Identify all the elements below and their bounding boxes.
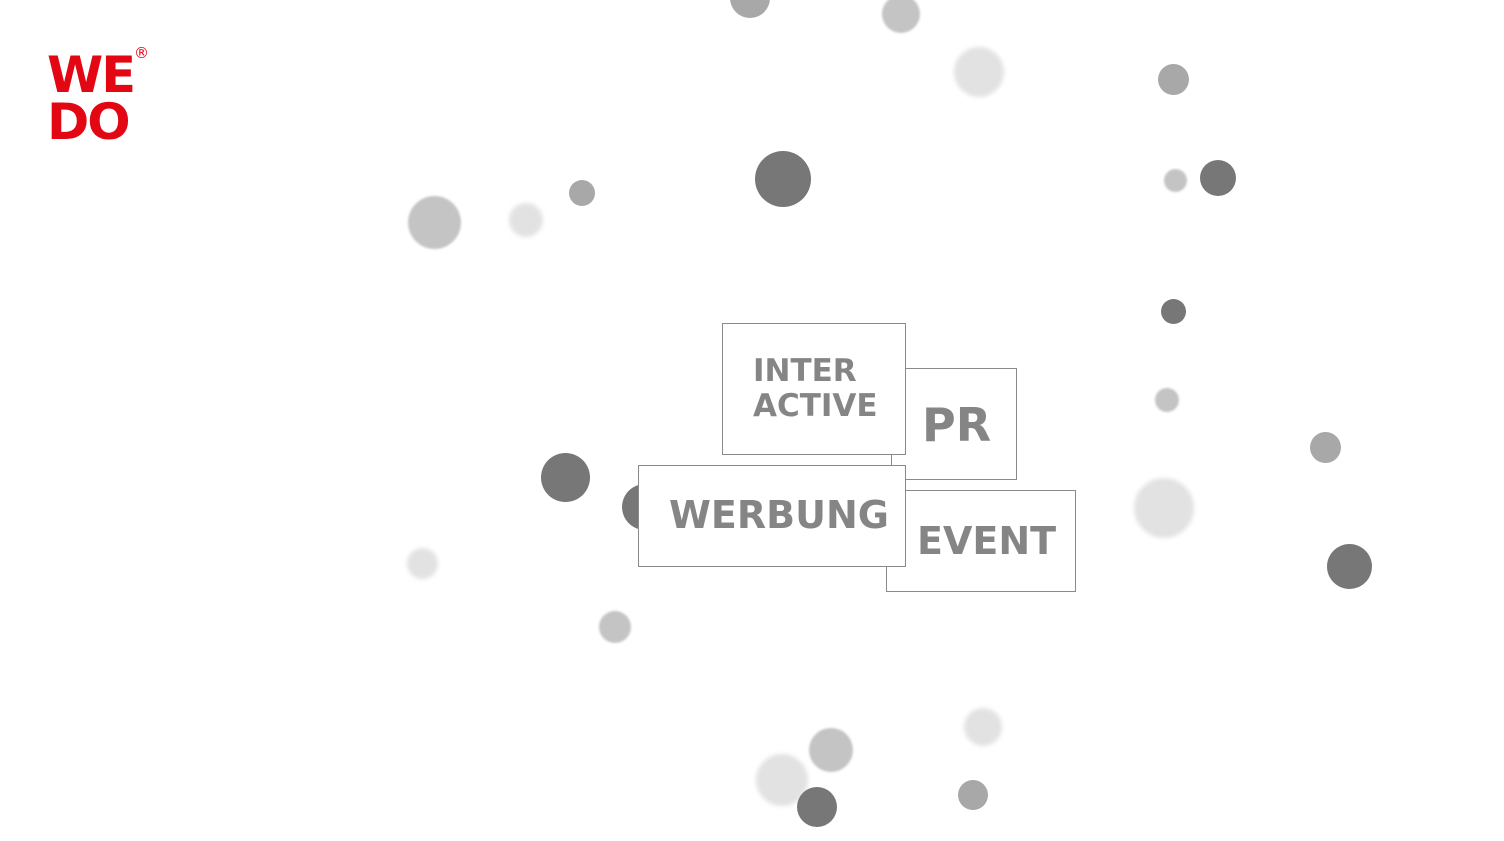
nav-label-pr: PR (922, 398, 992, 452)
bubble (541, 453, 590, 502)
bubble (599, 611, 631, 643)
bubble (730, 0, 770, 18)
bubble (882, 0, 920, 33)
page: WE DO ® EVENT PR WERBUNG INTER ACTIVE (0, 0, 1504, 841)
nav-label-event: EVENT (917, 519, 1057, 563)
wedo-logo[interactable]: WE DO ® (47, 44, 152, 152)
bubble (964, 708, 1002, 746)
logo-text-we: WE (47, 46, 136, 104)
logo-text-do: DO (47, 93, 131, 151)
bubble (958, 780, 988, 810)
nav-box-event[interactable]: EVENT (886, 490, 1076, 592)
bubble (1327, 544, 1372, 589)
bubble (1310, 432, 1341, 463)
bubble (1161, 299, 1186, 324)
bubble (1134, 478, 1194, 538)
bubble (1200, 160, 1236, 196)
bubble (1158, 64, 1189, 95)
bubble (809, 728, 853, 772)
registered-mark: ® (134, 44, 149, 62)
nav-box-pr[interactable]: PR (891, 368, 1017, 480)
nav-box-werbung[interactable]: WERBUNG (638, 465, 906, 567)
bubble (408, 196, 461, 249)
bubble (1155, 388, 1179, 412)
bubble (1164, 169, 1187, 192)
nav-box-interactive[interactable]: INTER ACTIVE (722, 323, 906, 455)
bubble (954, 47, 1004, 97)
bubble (797, 787, 837, 827)
bubble (509, 203, 543, 237)
nav-label-werbung: WERBUNG (669, 493, 889, 537)
nav-label-interactive: INTER ACTIVE (753, 353, 878, 424)
bubble (407, 548, 438, 579)
bubble (569, 180, 595, 206)
bubble (755, 151, 811, 207)
